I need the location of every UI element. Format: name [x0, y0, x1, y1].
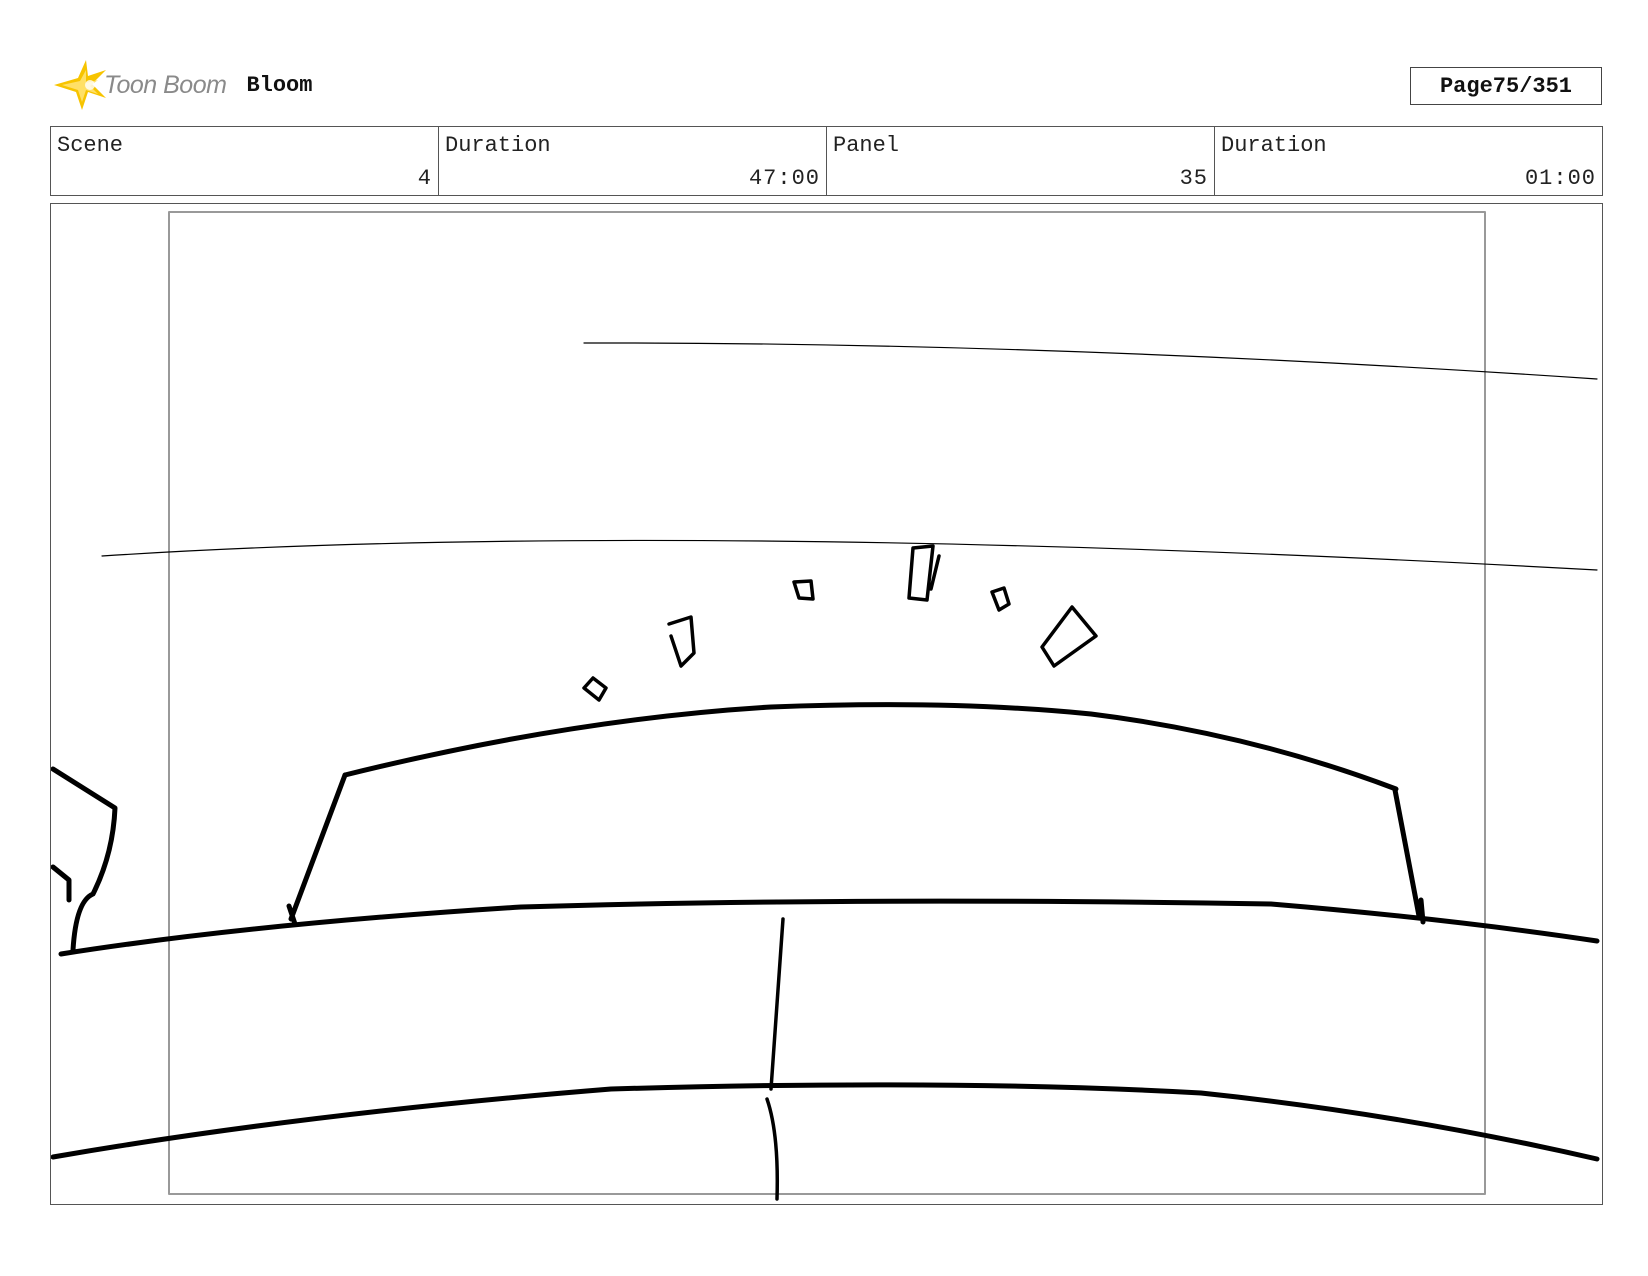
debris-5: [990, 586, 1011, 612]
project-name: Bloom: [246, 72, 313, 98]
center-divider-upper: [769, 917, 785, 1091]
panel-value: 35: [1179, 166, 1208, 191]
panel-duration-label: Duration: [1221, 133, 1327, 158]
scene-duration-value: 47:00: [748, 166, 820, 191]
debris-2: [667, 615, 696, 668]
scene-value: 4: [417, 166, 432, 191]
debris-3: [792, 579, 815, 601]
scene-duration-cell: Duration 47:00: [439, 127, 827, 195]
debris-4: [907, 544, 941, 602]
sky-line-lower: [101, 539, 1598, 571]
panel-cell: Panel 35: [827, 127, 1215, 195]
panel-duration-value: 01:00: [1524, 166, 1596, 191]
table-left-leg: [286, 772, 348, 927]
ground-line-lower: [51, 1082, 1600, 1162]
page-label: Page: [1439, 73, 1493, 99]
page-number: 75/351: [1492, 73, 1573, 99]
panel-drawing: [51, 211, 1600, 1201]
storyboard-panel: [50, 203, 1603, 1205]
toon-boom-logo: Toon Boom Bloom: [52, 58, 312, 112]
sky-line-upper: [583, 342, 1598, 380]
table-right-leg: [1392, 787, 1426, 925]
center-divider-lower: [765, 1097, 780, 1201]
debris-6: [1040, 605, 1098, 668]
brand-name: Toon Boom: [104, 70, 227, 99]
table-top-edge: [342, 702, 1399, 792]
panel-info-table: Scene 4 Duration 47:00 Panel 35 Duration…: [50, 126, 1603, 196]
scene-label: Scene: [57, 133, 124, 158]
scene-cell: Scene 4: [51, 127, 439, 195]
debris-1: [582, 676, 608, 702]
panel-duration-cell: Duration 01:00: [1215, 127, 1602, 195]
page-indicator: Page 75/351: [1410, 67, 1602, 105]
left-object: [51, 766, 118, 953]
starburst-icon: [54, 60, 106, 110]
panel-label: Panel: [833, 133, 900, 158]
scene-duration-label: Duration: [445, 133, 551, 158]
